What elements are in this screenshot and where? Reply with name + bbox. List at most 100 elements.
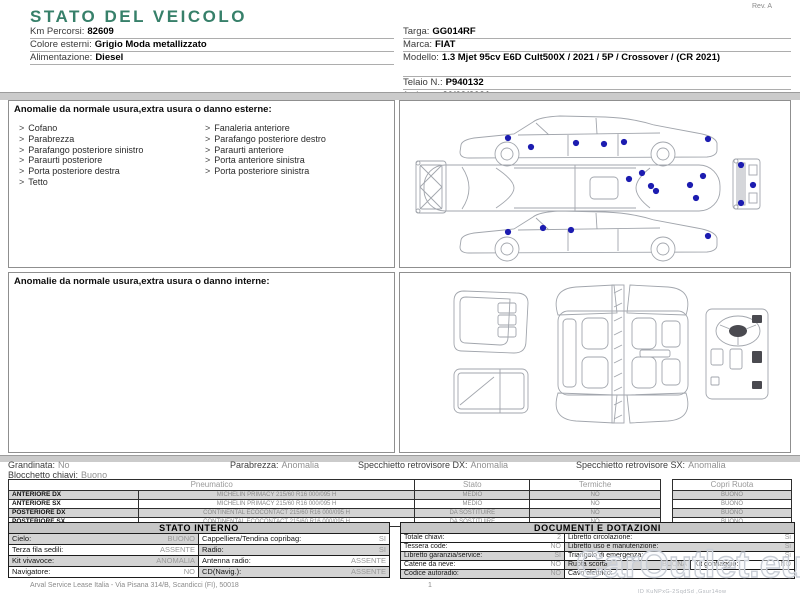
exterior-diagram-panel xyxy=(399,100,791,268)
rear-shelf-view xyxy=(453,368,529,414)
tyre-name: MICHELIN PRIMACY 215/60 R16 000/095 H xyxy=(139,500,416,508)
col-stato: Stato xyxy=(415,480,531,490)
summary-value: Anomalia xyxy=(470,460,509,470)
summary-label: Grandinata: xyxy=(8,460,56,470)
vehicle-info-row: Telaio N.: P940132 xyxy=(403,77,791,90)
col-copri-ruota: Copri Ruota xyxy=(710,480,754,489)
page-number: 1 xyxy=(428,582,432,589)
copri-value: BUONO xyxy=(720,501,743,507)
info-value: 82609 xyxy=(87,26,114,37)
stato-interno-table: STATO INTERNO Cielo: BUONO Cappelliera/Te… xyxy=(8,522,390,578)
anomaly-item: > Paraurti anteriore xyxy=(205,145,393,156)
vehicle-info-row: Marca: FIAT xyxy=(403,39,791,52)
field-label: Kit vivavoce: xyxy=(12,556,55,565)
vehicle-info-left: Km Percorsi: 82609 Colore esterni: Grigio … xyxy=(30,26,394,65)
anomaly-label: Porta posteriore destra xyxy=(28,166,120,177)
field-codice-autoradio: Codice autoradio: NO xyxy=(401,570,565,578)
field-label: Codice autoradio: xyxy=(404,570,459,577)
summary-specchietto-dx: Specchietto retrovisore DX: Anomalia xyxy=(358,460,508,470)
tyre-stato: MEDIO xyxy=(415,491,531,499)
summary-label: Parabrezza: xyxy=(230,460,279,470)
field-value: NO xyxy=(550,570,562,577)
tyre-row: ANTERIORE SX MICHELIN PRIMACY 215/60 R16… xyxy=(9,499,660,508)
info-value: FIAT xyxy=(435,39,456,50)
copri-row: BUONO xyxy=(673,490,791,499)
anomaly-label: Paraurti posteriore xyxy=(28,155,103,166)
field-radio: Radio: SI xyxy=(199,545,389,555)
field-terza-fila: Terza fila sedili: ASSENTE xyxy=(9,545,199,555)
copri-row: BUONO xyxy=(673,499,791,508)
stato-interno-row: Cielo: BUONO Cappelliera/Tendina copribag… xyxy=(9,534,389,545)
info-label: Km Percorsi: xyxy=(30,26,85,37)
field-label: Antenna radio: xyxy=(202,556,251,565)
field-value: NO xyxy=(550,543,562,550)
field-value: Si xyxy=(784,534,791,541)
bullet: > xyxy=(19,144,25,155)
field-value: BUONO xyxy=(167,534,195,543)
field-label: CD(Navig.): xyxy=(202,567,242,576)
bullet: > xyxy=(205,133,211,144)
footer-address: Arval Service Lease Italia - Via Pisana … xyxy=(30,582,239,589)
tyre-row: POSTERIORE DX CONTINENTAL ECOCONTACT 215… xyxy=(9,508,660,517)
documenti-title: DOCUMENTI E DOTAZIONI xyxy=(401,523,794,534)
field-value: ASSENTE xyxy=(159,545,195,554)
copri-ruota-table: Copri Ruota BUONO BUONO BUONO BUONO xyxy=(672,479,792,527)
interior-diagram-panel xyxy=(399,272,791,453)
tyre-name: MICHELIN PRIMACY 215/60 R16 000/095 H xyxy=(139,491,416,499)
info-label: Marca: xyxy=(403,39,433,50)
field-label: Terza fila sedili: xyxy=(12,545,64,554)
col-termiche: Termiche xyxy=(578,480,612,489)
bullet: > xyxy=(205,123,211,133)
anomaly-item: > Porta posteriore destra xyxy=(19,166,201,177)
anomaly-item: > Parabrezza xyxy=(19,134,201,145)
anomaly-item: > Cofano xyxy=(19,123,201,134)
cabin-view xyxy=(555,284,689,424)
stato-interno-row: Terza fila sedili: ASSENTE Radio: SI xyxy=(9,545,389,556)
field-cappelliera: Cappelliera/Tendina copribag: SI xyxy=(199,534,389,544)
tyre-stato: MEDIO xyxy=(415,500,531,508)
field-label: Catene da neve: xyxy=(404,561,456,568)
summary-parabrezza: Parabrezza: Anomalia xyxy=(230,460,319,470)
anomaly-item: > Paraurti posteriore xyxy=(19,155,201,166)
summary-value: No xyxy=(58,460,70,470)
exterior-damage-diagram xyxy=(415,115,761,262)
field-label: Totale chiavi: xyxy=(404,534,445,541)
tyre-termiche: NO xyxy=(590,492,600,498)
info-label: Colore esterni: xyxy=(30,39,92,50)
anomaly-label: Tetto xyxy=(28,176,48,187)
anomaly-label: Parafango posteriore destro xyxy=(214,133,326,144)
info-value: 1.3 Mjet 95cv E6D Cult500X / 2021 / 5P /… xyxy=(441,52,721,63)
info-label: Alimentazione: xyxy=(30,52,93,63)
exterior-anomalies-list-left: > Cofano > Parabrezza > Parafango posterior… xyxy=(19,123,201,188)
stato-interno-row: Navigatore: NO CD(Navig.): ASSENTE xyxy=(9,567,389,577)
anomaly-label: Porta posteriore sinistra xyxy=(214,166,310,177)
interior-diagram xyxy=(453,284,769,424)
bullet: > xyxy=(19,133,25,144)
summary-value: Anomalia xyxy=(688,460,726,470)
caroutlet-watermark: CarOutlet.eu xyxy=(575,543,800,586)
bullet: > xyxy=(205,144,211,155)
trunk-view xyxy=(453,290,529,354)
tyre-termiche: NO xyxy=(590,501,600,507)
tyre-table-header: Pneumatico Stato Termiche xyxy=(9,480,660,490)
interior-anomalies-title: Anomalie da normale usura,extra usura o … xyxy=(14,276,270,287)
bullet: > xyxy=(19,123,25,133)
copri-value: BUONO xyxy=(720,510,743,516)
copri-row: BUONO xyxy=(673,508,791,517)
field-label: Radio: xyxy=(202,545,224,554)
field-label: Tessera code: xyxy=(404,543,448,550)
summary-specchietto-sx: Specchietto retrovisore SX: Anomalia xyxy=(576,460,726,470)
exterior-anomalies-panel: Anomalie da normale usura,extra usura o … xyxy=(8,100,395,268)
tyre-termiche: NO xyxy=(590,510,600,516)
top-view xyxy=(423,164,721,212)
summary-grandinata: Grandinata: No xyxy=(8,460,70,470)
anomaly-label: Parafango posteriore sinistro xyxy=(28,144,144,155)
copri-value: BUONO xyxy=(720,492,743,498)
separator-band xyxy=(0,92,800,100)
rear-view xyxy=(732,158,761,210)
info-value: GG014RF xyxy=(432,26,476,37)
field-value: ANOMALIA xyxy=(156,556,195,565)
bullet: > xyxy=(205,166,211,177)
tyre-name: CONTINENTAL ECOCONTACT 215/60 R16 000/09… xyxy=(139,509,416,517)
info-value: P940132 xyxy=(445,77,484,88)
